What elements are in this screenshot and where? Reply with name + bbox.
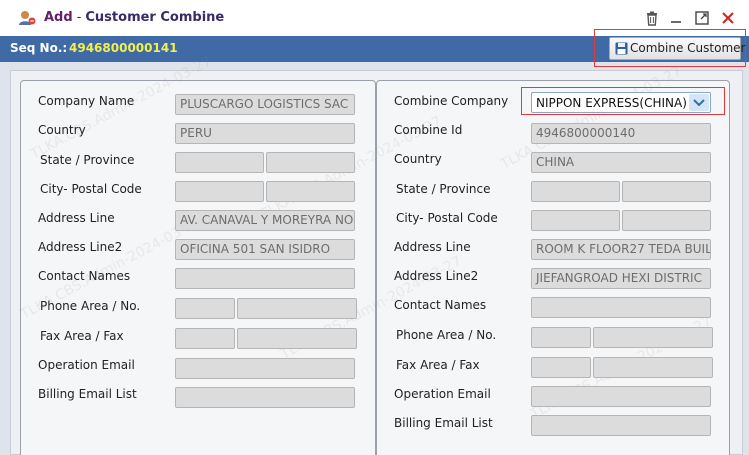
phone-number-field[interactable] xyxy=(593,327,713,348)
country-label: Country xyxy=(38,123,86,137)
title-add: Add xyxy=(44,10,73,25)
phone-area-field[interactable] xyxy=(175,298,235,319)
operation-email-label: Operation Email xyxy=(38,358,135,372)
fax-number-field[interactable] xyxy=(593,357,713,378)
province-field[interactable] xyxy=(266,152,355,173)
contact-names-field[interactable] xyxy=(531,297,711,318)
operation-email-field[interactable] xyxy=(531,386,711,407)
combine-customer-label: Combine Customer xyxy=(630,41,746,55)
address-line-field[interactable]: ROOM K FLOOR27 TEDA BUIL xyxy=(531,239,711,260)
province-field[interactable] xyxy=(622,181,711,202)
state-field[interactable] xyxy=(175,152,264,173)
fax-number-field[interactable] xyxy=(237,328,357,349)
country-label: Country xyxy=(394,152,442,166)
state-province-label: State / Province xyxy=(396,182,491,196)
country-field[interactable]: CHINA xyxy=(531,152,711,173)
address-line-field[interactable]: AV. CANAVAL Y MOREYRA NO xyxy=(175,210,355,231)
phone-area-field[interactable] xyxy=(531,327,591,348)
seq-label: Seq No.: xyxy=(10,41,68,55)
billing-email-label: Billing Email List xyxy=(38,387,137,401)
company-name-field[interactable]: PLUSCARGO LOGISTICS SAC xyxy=(175,94,355,115)
window-title: Add - Customer Combine xyxy=(44,10,224,25)
billing-email-label: Billing Email List xyxy=(394,416,493,430)
address-line2-label: Address Line2 xyxy=(394,269,479,283)
combine-company-select[interactable]: NIPPON EXPRESS(CHINA) xyxy=(531,92,711,113)
chevron-down-icon[interactable] xyxy=(689,94,709,111)
state-province-label: State / Province xyxy=(40,153,135,167)
operation-email-label: Operation Email xyxy=(394,387,491,401)
title-separator: - xyxy=(76,10,82,25)
postal-code-field[interactable] xyxy=(622,210,711,231)
combine-company-label: Combine Company xyxy=(394,94,509,108)
phone-label: Phone Area / No. xyxy=(396,328,497,342)
trash-icon[interactable] xyxy=(644,10,660,26)
company-name-label: Company Name xyxy=(38,94,135,108)
address-line-label: Address Line xyxy=(394,240,471,254)
city-field[interactable] xyxy=(531,210,620,231)
fax-area-field[interactable] xyxy=(531,357,591,378)
fax-label: Fax Area / Fax xyxy=(396,358,480,372)
combine-id-field[interactable]: 4946800000140 xyxy=(531,123,711,144)
address-line2-label: Address Line2 xyxy=(38,240,123,254)
contact-names-label: Contact Names xyxy=(394,298,487,312)
seq-value: 4946800000141 xyxy=(69,41,178,55)
combine-customer-button[interactable]: Combine Customer xyxy=(609,37,745,60)
combine-id-label: Combine Id xyxy=(394,123,463,137)
city-postal-label: City- Postal Code xyxy=(396,211,498,225)
combine-company-value: NIPPON EXPRESS(CHINA) xyxy=(536,96,687,110)
phone-number-field[interactable] xyxy=(237,298,357,319)
city-field[interactable] xyxy=(175,181,264,202)
save-icon xyxy=(615,42,628,55)
state-field[interactable] xyxy=(531,181,620,202)
contact-names-label: Contact Names xyxy=(38,269,131,283)
address-line-label: Address Line xyxy=(38,211,115,225)
billing-email-field[interactable] xyxy=(175,387,355,408)
address-line2-field[interactable]: JIEFANGROAD HEXI DISTRIC xyxy=(531,268,711,289)
minimize-icon[interactable] xyxy=(668,10,684,26)
title-main: Customer Combine xyxy=(85,10,225,25)
city-postal-label: City- Postal Code xyxy=(40,182,142,196)
maximize-icon[interactable] xyxy=(694,10,710,26)
operation-email-field[interactable] xyxy=(175,358,355,379)
country-field[interactable]: PERU xyxy=(175,123,355,144)
user-add-icon xyxy=(19,11,36,25)
contact-names-field[interactable] xyxy=(175,268,355,289)
billing-email-field[interactable] xyxy=(531,415,711,436)
address-line2-field[interactable]: OFICINA 501 SAN ISIDRO xyxy=(175,239,355,260)
fax-label: Fax Area / Fax xyxy=(40,329,124,343)
close-icon[interactable] xyxy=(720,10,736,26)
fax-area-field[interactable] xyxy=(175,328,235,349)
phone-label: Phone Area / No. xyxy=(40,299,141,313)
postal-code-field[interactable] xyxy=(266,181,355,202)
